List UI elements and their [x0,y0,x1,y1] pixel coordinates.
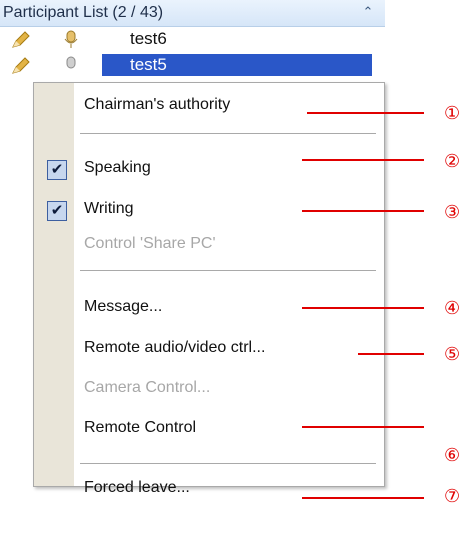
menu-item-control-share-pc: Control 'Share PC' [34,229,384,263]
menu-item-forced-leave[interactable]: Forced leave... [34,473,384,507]
participant-name: test5 [130,55,167,74]
checkmark-icon: ✔ [47,201,67,221]
participant-name: test6 [130,29,167,48]
callout-line [307,112,424,114]
menu-separator [80,463,376,464]
microphone-icon [63,30,79,55]
pencil-icon [10,30,32,55]
annotation-number-2: ② [444,151,461,171]
participant-list-title: Participant List (2 / 43) [3,4,164,21]
menu-item-label: Remote Control [84,419,197,436]
menu-separator [80,270,376,271]
menu-item-label: Control 'Share PC' [84,235,216,252]
participant-list-header: Participant List (2 / 43) ⌃ [0,0,385,27]
menu-separator [80,133,376,134]
menu-item-label: Camera Control... [84,379,211,396]
callout-line [302,426,424,428]
menu-item-label: Writing [84,200,134,217]
menu-item-message[interactable]: Message... [34,292,384,326]
annotation-number-6: ⑥ [444,445,461,465]
callout-line [302,210,424,212]
participant-row[interactable]: test6 [0,28,385,50]
menu-item-label: Remote audio/video ctrl... [84,339,266,356]
double-chevron-up-icon[interactable]: ⌃ [359,3,377,21]
microphone-icon [63,56,79,81]
menu-item-remote-control[interactable]: Remote Control [34,413,384,447]
menu-item-label: Message... [84,298,163,315]
menu-item-label: Forced leave... [84,479,190,496]
callout-line [302,497,424,499]
annotation-number-7: ⑦ [444,486,461,506]
menu-item-camera-control: Camera Control... [34,373,384,407]
checkmark-icon: ✔ [47,160,67,180]
menu-item-label: Speaking [84,159,151,176]
callout-line [302,159,424,161]
pencil-icon [10,56,32,81]
annotation-number-1: ① [444,103,461,123]
callout-line [302,307,424,309]
menu-item-chairman-authority[interactable]: Chairman's authority [34,90,384,124]
annotation-number-5: ⑤ [444,344,461,364]
menu-item-label: Chairman's authority [84,96,231,113]
callout-line [358,353,424,355]
participant-row-selected[interactable]: test5 [0,54,385,76]
menu-item-remote-audio-video[interactable]: Remote audio/video ctrl... [34,333,384,367]
annotation-number-4: ④ [444,298,461,318]
annotation-number-3: ③ [444,202,461,222]
